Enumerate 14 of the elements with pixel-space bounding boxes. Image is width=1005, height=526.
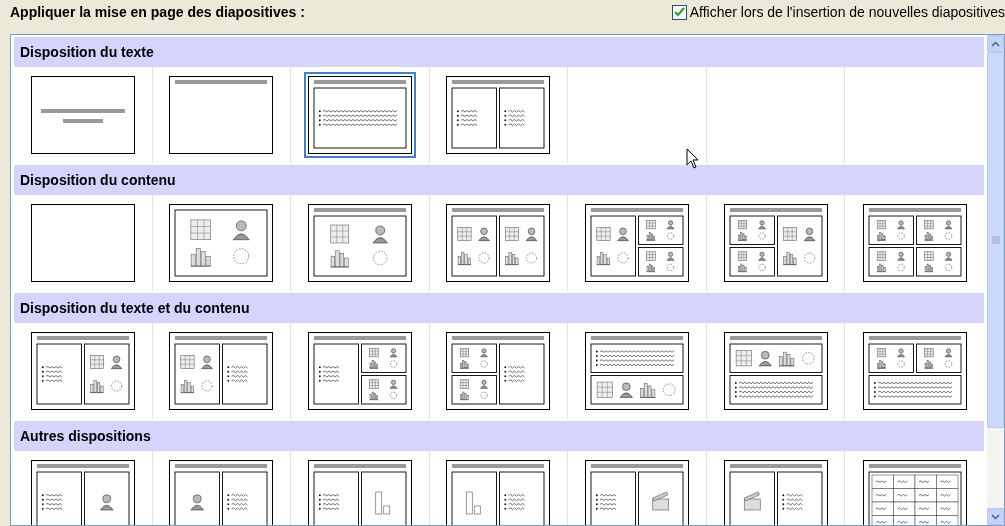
scroll-thumb[interactable] — [987, 52, 1004, 428]
scroll-up-button[interactable] — [987, 35, 1004, 52]
category-header: Autres dispositions — [14, 421, 984, 451]
category-header: Disposition du texte et du contenu — [14, 293, 984, 323]
checkmark-icon — [673, 7, 685, 17]
checkbox-label: Afficher lors de l'insertion de nouvelles diapositives — [689, 2, 1005, 22]
scrollbar[interactable] — [987, 35, 1004, 525]
checkbox[interactable] — [671, 4, 687, 20]
grip-icon — [991, 236, 1000, 244]
mouse-pointer-icon — [686, 148, 700, 170]
section-heading: Appliquer la mise en page des diapositives : — [10, 2, 305, 22]
scroll-down-button[interactable] — [987, 508, 1004, 525]
category-header: Disposition du texte — [14, 37, 984, 67]
category-header: Disposition du contenu — [14, 165, 984, 195]
